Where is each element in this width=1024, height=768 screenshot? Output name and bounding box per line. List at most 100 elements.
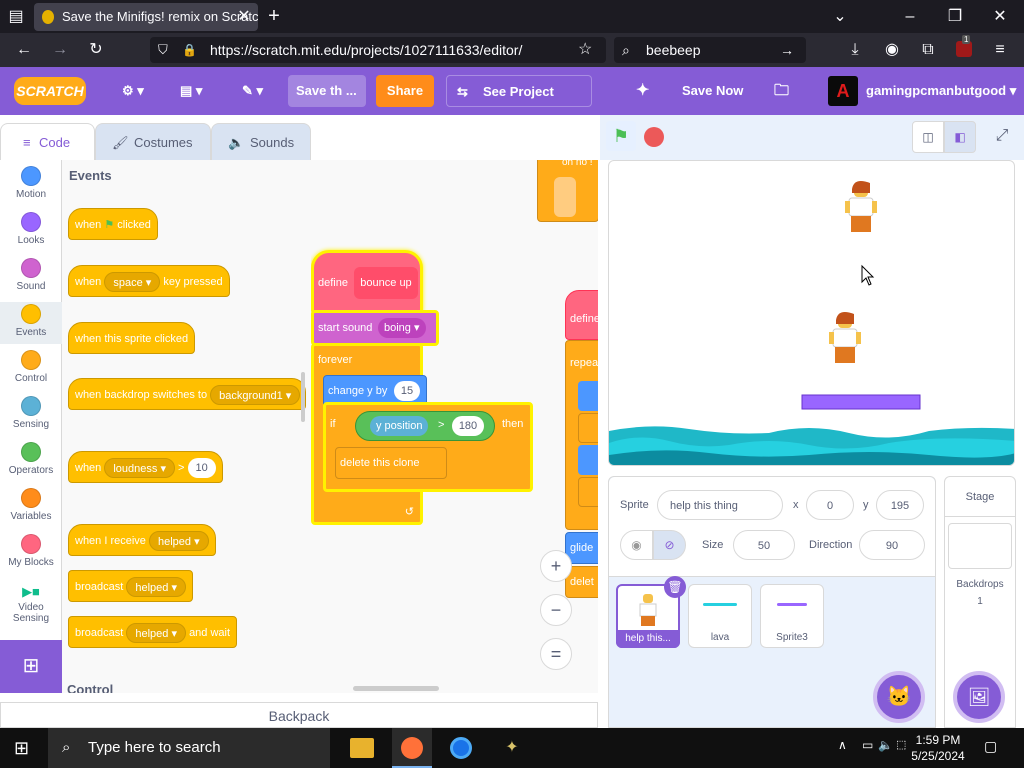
add-extension-button[interactable]: ⊞ [0, 640, 62, 693]
reload-icon[interactable]: ↻ [84, 33, 108, 67]
minimize-icon[interactable]: – [898, 0, 922, 33]
threshold-input[interactable]: 180 [452, 416, 484, 436]
partial-block-stack-top[interactable]: oh no ! [537, 160, 598, 222]
choose-backdrop-button[interactable]: 🖼 [953, 671, 1005, 723]
search-field[interactable]: ⌕ beebeep → [614, 37, 806, 63]
browser-tab[interactable]: Save the Minifigs! remix on Scratch [34, 3, 258, 31]
account-menu[interactable]: gamingpcmanbutgood ▾ [866, 75, 1016, 107]
tab-list-icon[interactable]: ▤ [4, 0, 28, 33]
script-area[interactable]: oh no ! define bounce up start sound boi… [311, 160, 598, 693]
backdrop-dropdown[interactable]: background1 ▾ [210, 385, 301, 406]
define-name-input[interactable]: bounce up [354, 267, 418, 299]
partial-control-block[interactable] [578, 477, 598, 507]
folder-icon[interactable]: 🗀 [764, 75, 799, 107]
partial-motion-block[interactable] [578, 445, 598, 475]
ime-icon[interactable]: ⬚ [896, 738, 906, 751]
url-field[interactable]: ⛉ 🔒 https://scratch.mit.edu/projects/102… [150, 37, 606, 63]
forward-icon[interactable]: → [48, 33, 72, 67]
sprite-thumbnail-help-this[interactable]: help this... 🗑 [616, 576, 686, 648]
chevron-down-icon[interactable]: ⌄ [828, 0, 852, 33]
category-events[interactable]: Events [0, 302, 62, 344]
script-horizontal-scrollbar[interactable] [353, 686, 439, 691]
zoom-in-button[interactable]: + [540, 550, 572, 582]
firefox-taskbar-button[interactable] [392, 728, 432, 768]
window-close-icon[interactable]: ✕ [988, 0, 1012, 33]
bookmark-star-icon[interactable]: ☆ [578, 37, 592, 63]
stage-canvas[interactable] [608, 160, 1015, 466]
volume-icon[interactable]: 🔈 [878, 738, 893, 752]
block-broadcast[interactable]: broadcast helped ▾ [68, 570, 193, 602]
stop-button[interactable] [644, 127, 664, 147]
green-flag-button[interactable]: ⚑ [606, 121, 636, 151]
share-button[interactable]: Share [376, 75, 434, 107]
notifications-icon[interactable]: ▢ [984, 738, 997, 755]
show-sprite-button[interactable]: ◉ [620, 530, 653, 560]
palette-scrollbar[interactable] [301, 372, 305, 422]
define-block[interactable]: define bounce up [311, 250, 423, 314]
greater-than-operator[interactable]: y position > 180 [355, 411, 495, 441]
avatar[interactable]: A [828, 76, 858, 106]
file-explorer-icon[interactable] [350, 738, 374, 758]
see-project-page-button[interactable]: ⇆ See Project Page [446, 75, 592, 131]
stage-selector[interactable]: Stage Backdrops 1 🖼 [944, 476, 1016, 728]
category-motion[interactable]: Motion [0, 166, 62, 200]
y-position-reporter[interactable]: y position [370, 416, 429, 436]
direction-input[interactable]: 90 [859, 530, 925, 560]
scratch-logo[interactable]: SCRATCH [14, 77, 86, 105]
block-when-flag-clicked[interactable]: when ⚑ clicked [68, 208, 158, 240]
category-my-blocks[interactable]: My Blocks [0, 534, 62, 568]
project-title-input[interactable]: Save th ... [288, 75, 366, 107]
block-when-key-pressed[interactable]: when space ▾ key pressed [68, 265, 230, 297]
normal-stage-button[interactable]: ◧ [944, 121, 976, 153]
size-input[interactable]: 50 [733, 530, 795, 560]
block-when-i-receive[interactable]: when I receive helped ▾ [68, 524, 216, 556]
partial-motion-block[interactable] [578, 381, 598, 411]
key-dropdown[interactable]: space ▾ [104, 272, 161, 293]
y-input[interactable]: 195 [876, 490, 924, 520]
backpack[interactable]: Backpack [0, 702, 598, 728]
category-operators[interactable]: Operators [0, 442, 62, 476]
taskbar-search[interactable]: ⌕ Type here to search [48, 728, 330, 768]
block-when-loudness[interactable]: when loudness ▾ > 10 [68, 451, 223, 483]
download-icon[interactable]: ⤓ [843, 33, 867, 67]
delete-clone-block[interactable]: delete this clone [335, 447, 447, 479]
change-y-input[interactable]: 15 [394, 381, 420, 401]
search-go-icon[interactable]: → [780, 37, 794, 63]
menu-icon[interactable]: ≡ [988, 33, 1012, 67]
partial-repeat-block[interactable]: repea [565, 340, 598, 530]
loudness-value-input[interactable]: 10 [187, 458, 216, 479]
x-input[interactable]: 0 [806, 490, 854, 520]
minifig-sprite[interactable] [829, 312, 861, 363]
zoom-reset-button[interactable]: = [540, 638, 572, 670]
lightbulb-icon[interactable]: ✦ [626, 75, 659, 107]
tray-chevron-icon[interactable]: ∧ [838, 738, 847, 752]
tab-costumes[interactable]: 🖌 Costumes [95, 123, 211, 160]
account-icon[interactable]: ◉ [880, 33, 904, 67]
new-tab-icon[interactable]: + [262, 0, 286, 33]
edit-menu[interactable]: ✎ ▾ [232, 75, 273, 107]
zoom-out-button[interactable]: − [540, 594, 572, 626]
sound-dropdown[interactable]: boing ▾ [378, 318, 426, 338]
category-sound[interactable]: Sound [0, 258, 62, 292]
tab-sounds[interactable]: 🔈 Sounds [211, 123, 311, 160]
small-stage-button[interactable]: ◫ [912, 121, 944, 153]
category-video-sensing[interactable]: ▶■ Video Sensing [0, 582, 62, 624]
file-menu[interactable]: ▤ ▾ [170, 75, 212, 107]
minifig-sprite[interactable] [845, 181, 877, 232]
partial-define-block[interactable]: define [565, 290, 598, 340]
receive-dropdown[interactable]: helped ▾ [149, 531, 209, 552]
sprite-name-input[interactable]: help this thing [657, 490, 783, 520]
clock[interactable]: 1:59 PM 5/25/2024 [908, 732, 968, 764]
hide-sprite-button[interactable]: ⊘ [653, 530, 686, 560]
network-icon[interactable]: ▭ [862, 738, 873, 752]
choose-sprite-button[interactable]: 🐱 [873, 671, 925, 723]
platform-sprite[interactable] [801, 394, 921, 410]
partial-control-block[interactable] [578, 413, 598, 443]
delete-sprite-button[interactable]: 🗑 [664, 576, 686, 598]
fullscreen-button[interactable]: ⤢ [988, 121, 1016, 153]
extensions-icon[interactable]: ⧉ [916, 33, 940, 67]
category-control[interactable]: Control [0, 350, 62, 384]
broadcast-wait-dropdown[interactable]: helped ▾ [126, 623, 186, 644]
category-looks[interactable]: Looks [0, 212, 62, 246]
windows-start-icon[interactable]: ⊞ [14, 738, 29, 759]
